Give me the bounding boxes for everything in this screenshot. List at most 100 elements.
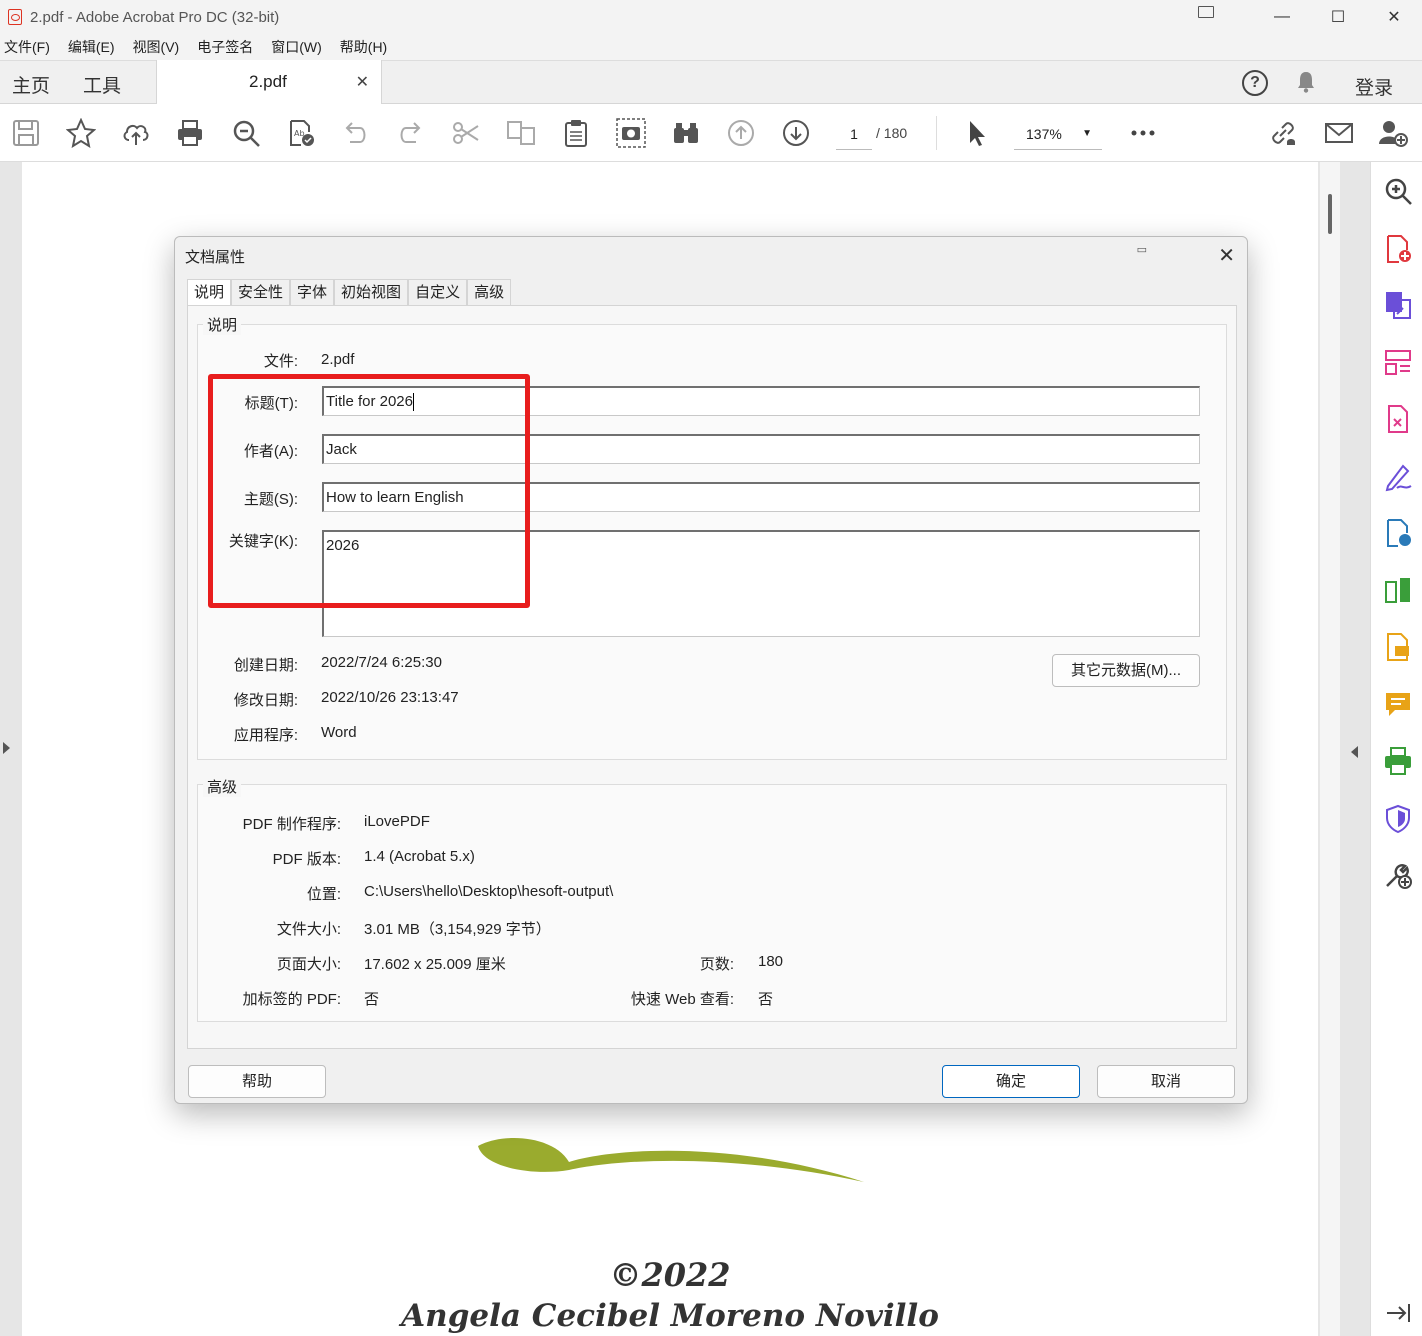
- page-down-icon[interactable]: [781, 118, 811, 148]
- zoom-value: 137%: [1026, 126, 1062, 142]
- acrobat-logo-icon: [8, 9, 22, 25]
- menu-esign[interactable]: 电子签名: [197, 37, 253, 57]
- zoom-tool-icon[interactable]: [1383, 176, 1413, 206]
- window-title: 2.pdf - Adobe Acrobat Pro DC (32-bit): [30, 8, 280, 26]
- binoculars-icon[interactable]: [671, 118, 701, 148]
- menu-view[interactable]: 视图(V): [133, 37, 180, 57]
- page-author: Angela Cecibel Moreno Novillo: [401, 1298, 939, 1334]
- close-tab-icon[interactable]: ✕: [356, 72, 369, 92]
- collapse-panel-icon[interactable]: [1383, 1298, 1413, 1328]
- menu-window[interactable]: 窗口(W): [271, 37, 322, 57]
- modified-value: 2022/10/26 23:13:47: [321, 689, 459, 706]
- document-properties-dialog: 文档属性 ▭ ✕ 说明 安全性 字体 初始视图 自定义 高级 说明 文件: 2.…: [174, 236, 1248, 1104]
- tab-bar: 主页 工具 2.pdf ✕ ? 登录: [0, 60, 1422, 105]
- toolbar: Ab 1 / 180 137% ▼: [0, 104, 1422, 162]
- tab-description[interactable]: 说明: [187, 279, 232, 307]
- organize-pages-icon[interactable]: [1383, 348, 1413, 378]
- tagged-pdf-label: 加标签的 PDF:: [242, 991, 341, 1008]
- minimize-button[interactable]: —: [1254, 0, 1310, 34]
- tab-fonts[interactable]: 字体: [290, 279, 335, 305]
- mail-icon[interactable]: [1324, 118, 1354, 148]
- zoom-select[interactable]: 137% ▼: [1014, 120, 1102, 150]
- tab-tools[interactable]: 工具: [83, 71, 121, 98]
- pdf-version-value: 1.4 (Acrobat 5.x): [364, 848, 475, 865]
- spellcheck-icon[interactable]: Ab: [286, 118, 316, 148]
- login-link[interactable]: 登录: [1355, 73, 1393, 100]
- page-size-value: 17.602 x 25.009 厘米: [364, 956, 506, 973]
- page-number-input[interactable]: 1: [836, 120, 872, 150]
- more-tools-icon[interactable]: [1383, 860, 1413, 890]
- location-value: C:\Users\hello\Desktop\hesoft-output\: [364, 883, 614, 900]
- help-icon[interactable]: ?: [1242, 70, 1268, 96]
- add-user-icon[interactable]: [1378, 118, 1408, 148]
- star-icon[interactable]: [66, 118, 96, 148]
- tab-document[interactable]: 2.pdf ✕: [156, 60, 382, 105]
- print-icon[interactable]: [175, 118, 205, 148]
- file-value: 2.pdf: [321, 351, 355, 368]
- send-for-signature-icon[interactable]: [1383, 518, 1413, 548]
- export-pdf-icon[interactable]: [1383, 290, 1413, 320]
- clipboard-icon[interactable]: [561, 118, 591, 148]
- cut-icon[interactable]: [451, 118, 481, 148]
- print-production-icon[interactable]: [1383, 746, 1413, 776]
- page-count-label: 页数:: [699, 956, 734, 973]
- scrollbar-thumb[interactable]: [1328, 194, 1332, 234]
- comment-file-icon[interactable]: [1383, 632, 1413, 662]
- tab-initial-view[interactable]: 初始视图: [334, 279, 409, 305]
- page-count-value: 180: [758, 953, 784, 970]
- undo-icon[interactable]: [340, 118, 370, 148]
- compare-icon[interactable]: [506, 118, 536, 148]
- tab-security[interactable]: 安全性: [231, 279, 291, 305]
- left-panel-toggle-icon[interactable]: [3, 742, 10, 754]
- modified-label: 修改日期:: [233, 692, 298, 709]
- ok-button[interactable]: 确定: [942, 1065, 1080, 1098]
- right-panel-toggle-icon[interactable]: [1351, 746, 1358, 758]
- highlight-annotation-box: [208, 374, 530, 608]
- advanced-group-label: 高级: [203, 776, 242, 797]
- close-window-button[interactable]: ✕: [1366, 0, 1422, 34]
- dialog-tabs: 说明 安全性 字体 初始视图 自定义 高级: [187, 279, 512, 307]
- tab-custom[interactable]: 自定义: [408, 279, 468, 305]
- producer-value: iLovePDF: [364, 813, 430, 830]
- additional-metadata-button[interactable]: 其它元数据(M)...: [1052, 654, 1200, 687]
- fill-sign-icon[interactable]: [1383, 462, 1413, 492]
- application-label: 应用程序:: [233, 727, 298, 744]
- title-bar: 2.pdf - Adobe Acrobat Pro DC (32-bit) — …: [0, 0, 1422, 34]
- link-icon[interactable]: [1268, 118, 1298, 148]
- file-size-value: 3.01 MB（3,154,929 字节）: [364, 921, 551, 938]
- menu-file[interactable]: 文件(F): [4, 37, 50, 57]
- menu-edit[interactable]: 编辑(E): [68, 37, 115, 57]
- protect-shield-icon[interactable]: [1383, 804, 1413, 834]
- tab-advanced[interactable]: 高级: [467, 279, 512, 305]
- upload-cloud-icon[interactable]: [121, 118, 151, 148]
- create-pdf-icon[interactable]: [1383, 234, 1413, 264]
- more-icon[interactable]: [1128, 118, 1158, 148]
- page-copyright: ©2022: [609, 1256, 731, 1294]
- right-tools-panel: [1370, 162, 1422, 1336]
- select-arrow-icon[interactable]: [961, 118, 991, 148]
- toolbar-separator: [936, 116, 937, 150]
- vertical-scrollbar[interactable]: [1320, 162, 1340, 1336]
- save-icon[interactable]: [11, 118, 41, 148]
- application-value: Word: [321, 724, 357, 741]
- tab-home[interactable]: 主页: [12, 71, 50, 98]
- chevron-down-icon: ▼: [1082, 128, 1092, 139]
- search-zoom-icon[interactable]: [231, 118, 261, 148]
- comment-icon[interactable]: [1383, 690, 1413, 720]
- compare-files-icon[interactable]: [1383, 576, 1413, 606]
- help-button[interactable]: 帮助: [188, 1065, 326, 1098]
- location-label: 位置:: [306, 886, 341, 903]
- dialog-pin-icon[interactable]: ▭: [1137, 243, 1147, 256]
- dialog-close-button[interactable]: ✕: [1218, 243, 1235, 268]
- edit-pdf-icon[interactable]: [1383, 404, 1413, 434]
- menu-help[interactable]: 帮助(H): [340, 37, 387, 57]
- tagged-pdf-value: 否: [364, 991, 380, 1008]
- restore-pin-icon[interactable]: [1198, 6, 1214, 18]
- page-up-icon[interactable]: [726, 118, 756, 148]
- bell-icon[interactable]: [1296, 71, 1316, 93]
- maximize-button[interactable]: ☐: [1310, 0, 1366, 34]
- redo-icon[interactable]: [396, 118, 426, 148]
- cancel-button[interactable]: 取消: [1097, 1065, 1235, 1098]
- advanced-group: [197, 784, 1227, 1022]
- snapshot-icon[interactable]: [616, 118, 646, 148]
